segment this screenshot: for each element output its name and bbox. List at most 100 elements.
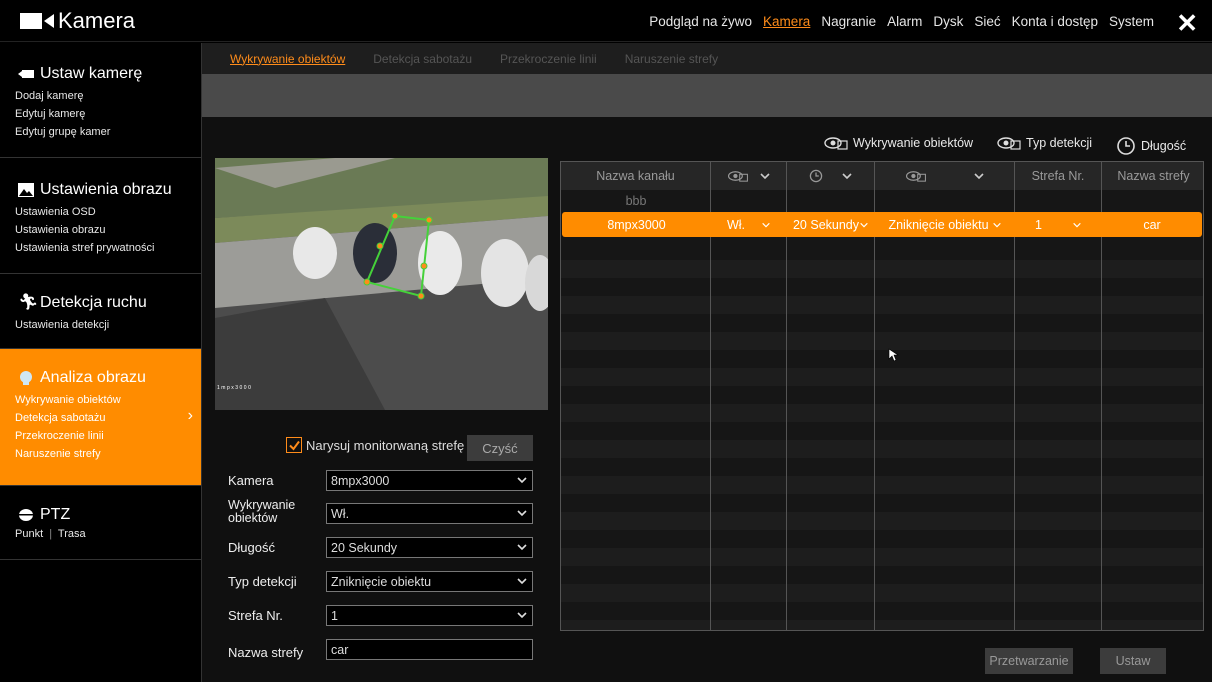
detection-select[interactable]: Wł. [326, 503, 533, 524]
zone-name-label: Nazwa strefy [228, 645, 304, 660]
mouse-cursor-icon [888, 348, 899, 362]
check-icon [288, 440, 300, 451]
process-button[interactable]: Przetwarzanie [985, 648, 1073, 674]
sidebar-group-motion: 🏃︎ Detekcja ruchu Ustawienia detekcji [0, 274, 201, 349]
cell-zone-no[interactable]: 1 [1015, 212, 1102, 237]
clear-button[interactable]: Czyść [467, 435, 533, 461]
chevron-down-icon [517, 510, 527, 517]
draw-zone-checkbox[interactable] [286, 437, 302, 453]
sidebar-group-title[interactable]: Ustawienia obrazu [0, 181, 201, 199]
ptz-camera-icon [19, 509, 33, 521]
type-label: Typ detekcji [228, 574, 297, 589]
cell-type[interactable]: Zniknięcie obiektu [875, 212, 1015, 237]
header-duration[interactable] [787, 162, 875, 190]
chevron-down-icon [517, 578, 527, 585]
sidebar-group-image: Ustawienia obrazu Ustawienia OSD Ustawie… [0, 158, 201, 274]
sidebar-group-title[interactable]: 🏃︎ Detekcja ruchu [0, 294, 201, 312]
close-icon[interactable]: ✕ [1176, 8, 1198, 39]
zone-name-input[interactable]: car [326, 639, 533, 660]
image-icon [18, 183, 34, 197]
camera-label: Kamera [228, 473, 274, 488]
table-empty-rows [561, 242, 1203, 630]
sidebar-item-zone-intrusion[interactable]: Naruszenie strefy [0, 445, 201, 463]
app-title: Kamera [58, 8, 136, 33]
camera-snapshot [215, 158, 548, 410]
camera-icon [20, 13, 54, 29]
nav-disk[interactable]: Dysk [933, 14, 963, 29]
sidebar-group-ptz: PTZ Punkt | Trasa [0, 486, 201, 560]
table-header: Nazwa kanału Strefa Nr. Nazwa strefy [561, 162, 1203, 190]
nav-network[interactable]: Sieć [974, 14, 1000, 29]
sidebar-item-object-detection[interactable]: Wykrywanie obiektów [0, 391, 201, 409]
sidebar-group-title[interactable]: PTZ [0, 506, 201, 524]
header-channel: Nazwa kanału [561, 162, 711, 190]
header-bar [202, 74, 1212, 117]
header-zone-name: Nazwa strefy [1117, 169, 1190, 183]
zone-no-select[interactable]: 1 [326, 605, 533, 626]
sub-tabs: Wykrywanie obiektów Detekcja sabotażu Pr… [202, 43, 1212, 74]
nav-recording[interactable]: Nagranie [821, 14, 876, 29]
chevron-down-icon [762, 222, 770, 227]
tab-zone-intrusion[interactable]: Naruszenie strefy [625, 52, 718, 66]
cell-zone-name[interactable]: car [1102, 212, 1202, 237]
tab-line-crossing[interactable]: Przekroczenie linii [500, 52, 597, 66]
sidebar-item-tamper-detection[interactable]: Detekcja sabotażu [0, 409, 201, 427]
chevron-right-icon: › [187, 407, 193, 424]
sidebar-item-edit-camera[interactable]: Edytuj kamerę [0, 105, 201, 123]
sidebar-item-point[interactable]: Punkt [15, 528, 43, 540]
header-detection[interactable] [711, 162, 787, 190]
camera-select[interactable]: 8mpx3000 [326, 470, 533, 491]
object-detection-icon [727, 171, 748, 182]
chevron-down-icon [517, 544, 527, 551]
nav-live-view[interactable]: Podgląd na żywo [649, 14, 752, 29]
set-button[interactable]: Ustaw [1100, 648, 1166, 674]
running-person-icon: 🏃︎ [18, 294, 39, 311]
duration-label: Długość [228, 540, 275, 555]
table-row-selected[interactable]: 8mpx3000 Wł. 20 Sekundy Zniknięcie obiek… [562, 212, 1202, 237]
tab-tamper-detection[interactable]: Detekcja sabotażu [373, 52, 472, 66]
sidebar-group-title[interactable]: Analiza obrazu [0, 369, 201, 387]
analysis-icon [20, 371, 32, 385]
chevron-down-icon [759, 173, 770, 180]
tab-object-detection[interactable]: Wykrywanie obiektów [230, 52, 345, 66]
chevron-down-icon [841, 173, 852, 180]
cell-detection[interactable]: Wł. [711, 212, 787, 237]
divider: | [49, 528, 53, 540]
clock-icon [809, 169, 822, 183]
nav-accounts[interactable]: Konta i dostęp [1012, 14, 1098, 29]
sidebar-group-title[interactable]: Ustaw kamerę [0, 65, 201, 83]
duration-select[interactable]: 20 Sekundy [326, 537, 533, 558]
sidebar-item-line-crossing[interactable]: Przekroczenie linii [0, 427, 201, 445]
header-type[interactable] [875, 162, 1015, 190]
sidebar-item-detection-settings[interactable]: Ustawienia detekcji [0, 316, 201, 334]
sidebar-item-edit-group[interactable]: Edytuj grupę kamer [0, 123, 201, 141]
sidebar-item-route[interactable]: Trasa [58, 528, 86, 540]
chevron-down-icon [517, 477, 527, 484]
clock-icon [1117, 137, 1135, 155]
nav-system[interactable]: System [1109, 14, 1154, 29]
group-row-label: bbb [625, 194, 647, 208]
chevron-down-icon [517, 612, 527, 619]
sidebar-item-privacy[interactable]: Ustawienia stref prywatności [0, 239, 201, 257]
cell-duration[interactable]: 20 Sekundy [787, 212, 875, 237]
camera-preview[interactable]: 1mpx3000 [215, 158, 548, 410]
type-select[interactable]: Zniknięcie obiektu [326, 571, 533, 592]
sidebar-item-add-camera[interactable]: Dodaj kamerę [0, 87, 201, 105]
chevron-down-icon [860, 222, 868, 227]
sidebar-item-image-settings[interactable]: Ustawienia obrazu [0, 221, 201, 239]
chevron-down-icon [1073, 222, 1081, 227]
draw-zone-toggle[interactable]: Narysuj monitorwaną strefę [286, 437, 464, 453]
draw-zone-label: Narysuj monitorwaną strefę [306, 437, 465, 453]
sidebar-group-camera-setup: Ustaw kamerę Dodaj kamerę Edytuj kamerę … [0, 43, 201, 158]
legend-duration: Długość [1116, 136, 1186, 156]
legend-type: Typ detekcji [997, 136, 1092, 150]
channel-table: Nazwa kanału Strefa Nr. Nazwa strefy bbb… [560, 161, 1204, 631]
sidebar-group-analysis: Analiza obrazu Wykrywanie obiektów Detek… [0, 349, 201, 486]
preview-osd-label: 1mpx3000 [217, 385, 253, 391]
cell-channel: 8mpx3000 [607, 217, 666, 232]
top-bar: Kamera Podgląd na żywo Kamera Nagranie A… [0, 0, 1212, 42]
sidebar-item-osd[interactable]: Ustawienia OSD [0, 203, 201, 221]
top-nav: Podgląd na żywo Kamera Nagranie Alarm Dy… [638, 14, 1154, 29]
nav-camera[interactable]: Kamera [763, 14, 810, 29]
nav-alarm[interactable]: Alarm [887, 14, 922, 29]
